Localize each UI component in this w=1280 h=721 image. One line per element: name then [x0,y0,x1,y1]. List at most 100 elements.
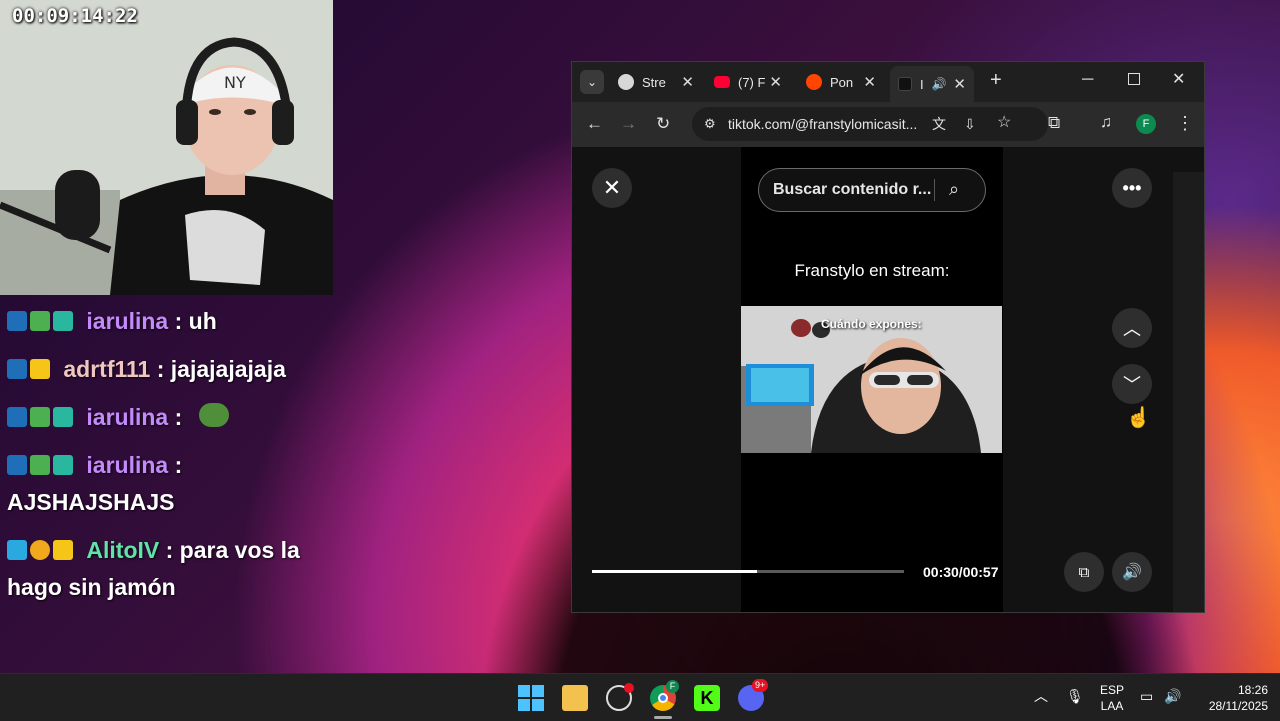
obs-icon[interactable] [606,683,634,711]
hand-cursor-icon: ☝ [1126,407,1151,429]
tab-search-button[interactable]: ⌄ [580,70,604,94]
mod-sword-icon [7,311,27,331]
tab-stream[interactable]: Stre ✕ [618,68,694,96]
toolbar: ← → ↻ ⚙ tiktok.com/@franstylomicasit... … [572,102,1204,147]
mod-sword-icon [7,455,27,475]
close-icon[interactable]: ✕ [769,73,782,91]
video-overlay-text: Cuándo expones: [821,317,922,331]
previous-video-button[interactable]: ︿ [1112,308,1152,348]
crown-icon [53,540,73,560]
creeper-icon [30,407,50,427]
chevron-down-icon: ﹀ [1123,375,1141,395]
clock[interactable]: 18:26 28/11/2025 [1192,682,1268,714]
tab-strip: ⌄ Stre ✕ (7) F ✕ Pon ✕ I 🔊 ✕ + ─ ✕ [572,62,1204,102]
tiktok-favicon-icon [898,77,912,91]
close-icon[interactable]: ✕ [863,73,876,91]
speaker-icon[interactable]: 🔊 [1164,688,1181,704]
chat-message: adrtf111 : jajajajajaja [0,347,330,395]
chrome-icon[interactable]: F [650,680,679,711]
search-placeholder: Buscar contenido r... [773,181,932,198]
chat-panel: iarulina : uh adrtf111 : jajajajajaja ia… [0,300,330,613]
tab-reddit[interactable]: Pon ✕ [806,68,876,96]
microphone-icon[interactable]: 🎙 [1066,688,1084,704]
chat-text: : para vos la [165,537,300,563]
window-close-button[interactable]: ✕ [1172,72,1185,88]
video-caption: Franstylo en stream: [794,261,950,280]
video-time: 00:30/00:57 [923,564,999,580]
search-input[interactable]: Buscar contenido r... ⌕ [758,168,986,212]
more-dots-icon: ••• [1122,177,1142,198]
search-divider [934,179,935,201]
chat-text: : uh [174,308,217,334]
next-video-button[interactable]: ﹀ [1112,364,1152,404]
stream-timer: 00:09:14:22 [12,5,138,27]
new-tab-button[interactable]: + [990,70,1002,90]
lang-bottom: LAA [1100,699,1124,713]
chat-message: iarulina : uh [0,300,330,347]
sub-badge-icon [53,455,73,475]
kick-icon[interactable]: K [694,685,720,711]
media-controls-icon[interactable]: ♫ [1100,115,1112,131]
chat-username: iarulina [86,404,169,430]
chat-text: : [174,452,183,478]
video-progress-bar[interactable] [592,570,904,573]
tab-label: I [920,76,924,92]
lang-top: ESP [1099,683,1124,697]
floating-player-button[interactable]: ⧉ [1064,552,1104,592]
file-explorer-icon[interactable] [562,685,588,711]
tiktok-page: ✕ Buscar contenido r... ⌕ ••• Franstylo … [572,147,1204,612]
search-icon[interactable]: ⌕ [949,180,959,198]
windows-start-icon[interactable] [518,685,544,711]
floating-player-icon: ⧉ [1078,563,1090,581]
volume-button[interactable]: 🔊 [1112,552,1152,592]
profile-avatar[interactable]: F [1136,114,1156,134]
tab-tiktok[interactable]: I 🔊 ✕ [890,66,974,102]
pepe-emote-icon [198,403,229,427]
comments-strip [1173,172,1204,612]
close-icon[interactable]: ✕ [681,73,694,91]
network-icon[interactable]: ▭ [1140,688,1153,704]
language-indicator[interactable]: ESP LAA [1098,682,1126,714]
taskbar: F K 9+ ︿ 🎙 ESP LAA ▭ 🔊 18:26 28/11/2025 [0,673,1280,721]
reload-button[interactable]: ↻ [656,115,670,132]
notification-dot [624,683,634,693]
discord-icon[interactable]: 9+ [738,679,769,711]
speaker-icon[interactable]: 🔊 [932,77,947,91]
close-video-button[interactable]: ✕ [592,168,632,208]
active-app-indicator [654,716,672,719]
chrome-profile-badge: F [666,680,679,693]
maximize-button[interactable] [1128,73,1140,85]
minimize-button[interactable]: ─ [1082,72,1093,88]
sub-badge-icon [53,407,73,427]
streamer-image: NY [0,0,333,295]
creeper-icon [30,455,50,475]
address-bar[interactable]: ⚙ tiktok.com/@franstylomicasit... 文 ⇩ ☆ [692,107,1048,141]
creeper-icon [30,311,50,331]
chat-message: iarulina : AJSHAJSHAJS [0,443,330,528]
chat-message: iarulina : [0,395,330,443]
back-button[interactable]: ← [586,115,603,132]
chat-text: : jajajajajaja [156,356,286,382]
extensions-icon[interactable]: ⧉ [1048,114,1060,131]
translate-icon[interactable]: 文 [932,116,946,132]
menu-dots-icon[interactable]: ⋮ [1176,114,1194,132]
close-icon[interactable]: ✕ [953,75,966,93]
progress-fill [592,570,758,573]
tab-label: Stre [642,74,666,90]
bookmark-star-icon[interactable]: ☆ [997,115,1011,131]
chat-username: AlitoIV [86,537,160,563]
install-app-icon[interactable]: ⇩ [964,116,976,132]
site-settings-icon[interactable]: ⚙ [704,116,716,132]
url-text: tiktok.com/@franstylomicasit... [728,116,918,132]
show-hidden-icons[interactable]: ︿ [1034,688,1048,704]
chat-message: AlitoIV : para vos la hago sin jamón [0,528,330,613]
forward-button[interactable]: → [620,115,637,132]
youtube-favicon-icon [714,76,730,88]
webcam-feed: NY 00:09:14:22 [0,0,333,295]
tab-label: (7) F [738,74,766,90]
more-options-button[interactable]: ••• [1112,168,1152,208]
clock-date: 28/11/2025 [1208,699,1268,713]
mod-sword-icon [7,407,27,427]
tab-youtube[interactable]: (7) F ✕ [714,68,782,96]
chat-username: iarulina [86,452,169,478]
